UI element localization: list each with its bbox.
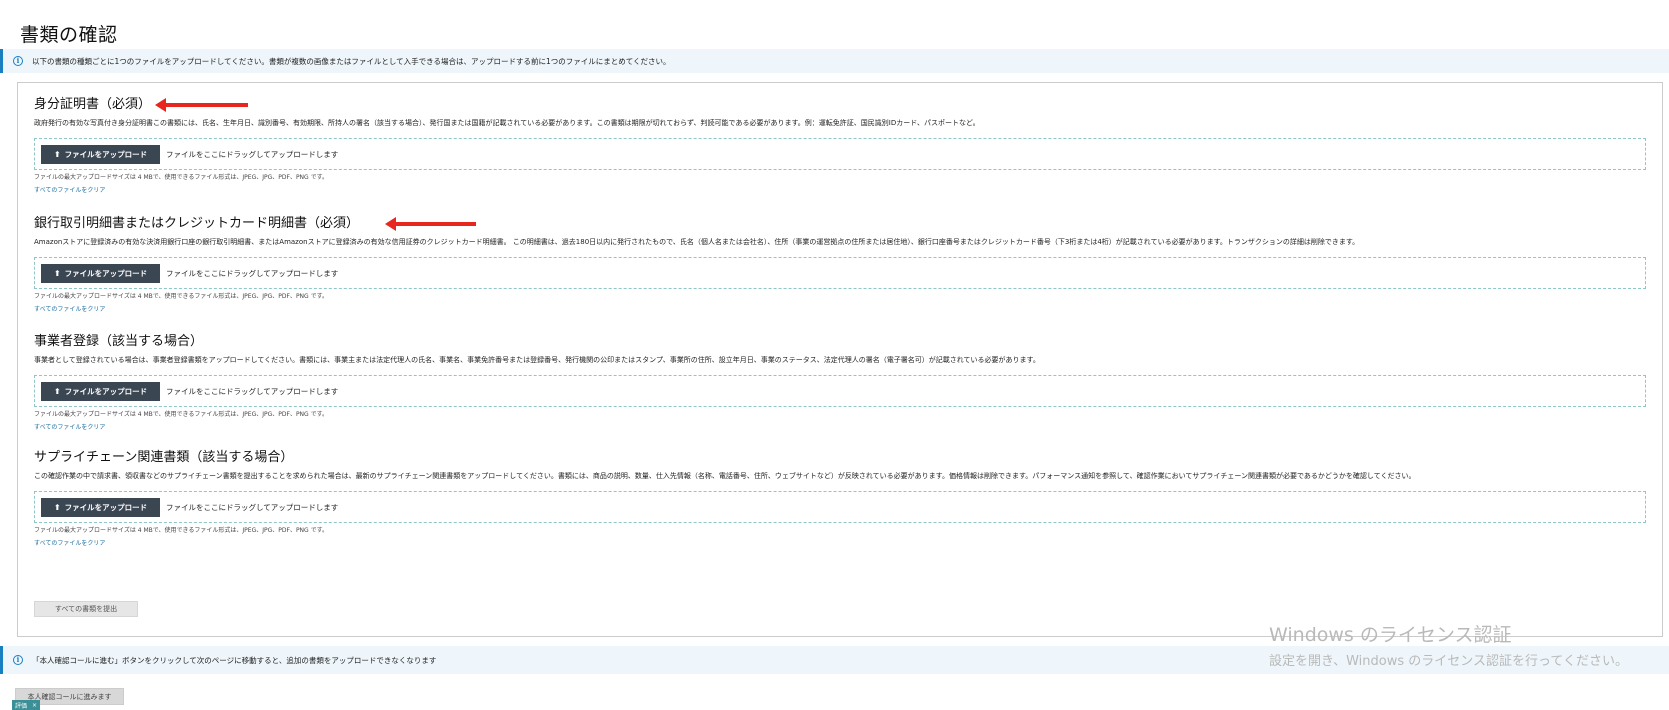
section-title: 身分証明書（必須） — [34, 97, 152, 112]
page-title: 書類の確認 — [20, 24, 118, 46]
annotation-arrow-icon — [155, 98, 248, 112]
file-size-note: ファイルの最大アップロードサイズは 4 MBで、使用できるファイル形式は、JPE… — [34, 174, 329, 181]
info-banner-text: 以下の書類の種類ごとに1つのファイルをアップロードしてください。書類が複数の画像… — [32, 56, 671, 66]
evaluation-badge-label: 評価 — [15, 702, 28, 710]
section-title: サプライチェーン関連書類（該当する場合） — [34, 450, 294, 465]
drop-hint: ファイルをここにドラッグしてアップロードします — [166, 386, 339, 396]
section-description: 政府発行の有効な写真付き身分証明書この書類には、氏名、生年月日、識別番号、有効期… — [34, 119, 980, 127]
section-identity-document: 身分証明書（必須） 政府発行の有効な写真付き身分証明書この書類には、氏名、生年月… — [34, 96, 1646, 195]
upload-file-button[interactable]: ⬆ ファイルをアップロード — [41, 497, 160, 517]
clear-all-files-link[interactable]: すべてのファイルをクリア — [34, 540, 1646, 548]
upload-button-label: ファイルをアップロード — [64, 268, 148, 278]
close-icon[interactable]: × — [32, 702, 37, 709]
upload-button-label: ファイルをアップロード — [64, 386, 148, 396]
file-dropzone[interactable]: ⬆ ファイルをアップロード ファイルをここにドラッグしてアップロードします — [34, 138, 1646, 170]
info-banner-text: 「本人確認コールに進む」ボタンをクリックして次のページに移動すると、追加の書類を… — [32, 655, 437, 665]
section-supply-chain: サプライチェーン関連書類（該当する場合） この確認作業の中で請求書、領収書などの… — [34, 449, 1646, 548]
upload-icon: ⬆ — [53, 149, 61, 159]
section-title: 事業者登録（該当する場合） — [34, 334, 204, 349]
section-bank-statement: 銀行取引明細書またはクレジットカード明細書（必須） Amazonストアに登録済み… — [34, 215, 1646, 314]
document-upload-panel: 身分証明書（必須） 政府発行の有効な写真付き身分証明書この書類には、氏名、生年月… — [17, 82, 1663, 637]
info-icon: i — [13, 655, 23, 665]
clear-all-files-link[interactable]: すべてのファイルをクリア — [34, 306, 1646, 314]
info-banner-top: i 以下の書類の種類ごとに1つのファイルをアップロードしてください。書類が複数の… — [0, 49, 1669, 73]
clear-all-files-link[interactable]: すべてのファイルをクリア — [34, 424, 1646, 432]
drop-hint: ファイルをここにドラッグしてアップロードします — [166, 502, 339, 512]
upload-icon: ⬆ — [53, 502, 61, 512]
upload-icon: ⬆ — [53, 268, 61, 278]
file-dropzone[interactable]: ⬆ ファイルをアップロード ファイルをここにドラッグしてアップロードします — [34, 375, 1646, 407]
section-title: 銀行取引明細書またはクレジットカード明細書（必須） — [34, 216, 360, 231]
file-size-note: ファイルの最大アップロードサイズは 4 MBで、使用できるファイル形式は、JPE… — [34, 293, 329, 300]
upload-button-label: ファイルをアップロード — [64, 149, 148, 159]
clear-all-files-link[interactable]: すべてのファイルをクリア — [34, 187, 1646, 195]
file-size-note: ファイルの最大アップロードサイズは 4 MBで、使用できるファイル形式は、JPE… — [34, 411, 329, 418]
file-dropzone[interactable]: ⬆ ファイルをアップロード ファイルをここにドラッグしてアップロードします — [34, 257, 1646, 289]
file-size-note: ファイルの最大アップロードサイズは 4 MBで、使用できるファイル形式は、JPE… — [34, 527, 329, 534]
info-icon: i — [13, 56, 23, 66]
section-description: Amazonストアに登録済みの有効な決済用銀行口座の銀行取引明細書、またはAma… — [34, 238, 1360, 246]
windows-activation-watermark-title: Windows のライセンス認証 — [1269, 624, 1512, 646]
evaluation-badge[interactable]: 評価 × — [12, 700, 41, 710]
upload-file-button[interactable]: ⬆ ファイルをアップロード — [41, 381, 160, 401]
upload-file-button[interactable]: ⬆ ファイルをアップロード — [41, 263, 160, 283]
file-dropzone[interactable]: ⬆ ファイルをアップロード ファイルをここにドラッグしてアップロードします — [34, 491, 1646, 523]
annotation-arrow-icon — [385, 217, 476, 231]
drop-hint: ファイルをここにドラッグしてアップロードします — [166, 149, 339, 159]
section-business-registration: 事業者登録（該当する場合） 事業者として登録されている場合は、事業者登録書類をア… — [34, 333, 1646, 432]
upload-file-button[interactable]: ⬆ ファイルをアップロード — [41, 144, 160, 164]
drop-hint: ファイルをここにドラッグしてアップロードします — [166, 268, 339, 278]
windows-activation-watermark-subtitle: 設定を開き、Windows のライセンス認証を行ってください。 — [1269, 654, 1628, 669]
upload-button-label: ファイルをアップロード — [64, 502, 148, 512]
upload-icon: ⬆ — [53, 386, 61, 396]
section-description: この確認作業の中で請求書、領収書などのサプライチェーン書類を提出することを求めら… — [34, 472, 1416, 480]
section-description: 事業者として登録されている場合は、事業者登録書類をアップロードしてください。書類… — [34, 356, 1040, 364]
submit-all-documents-button[interactable]: すべての書類を提出 — [34, 601, 138, 617]
